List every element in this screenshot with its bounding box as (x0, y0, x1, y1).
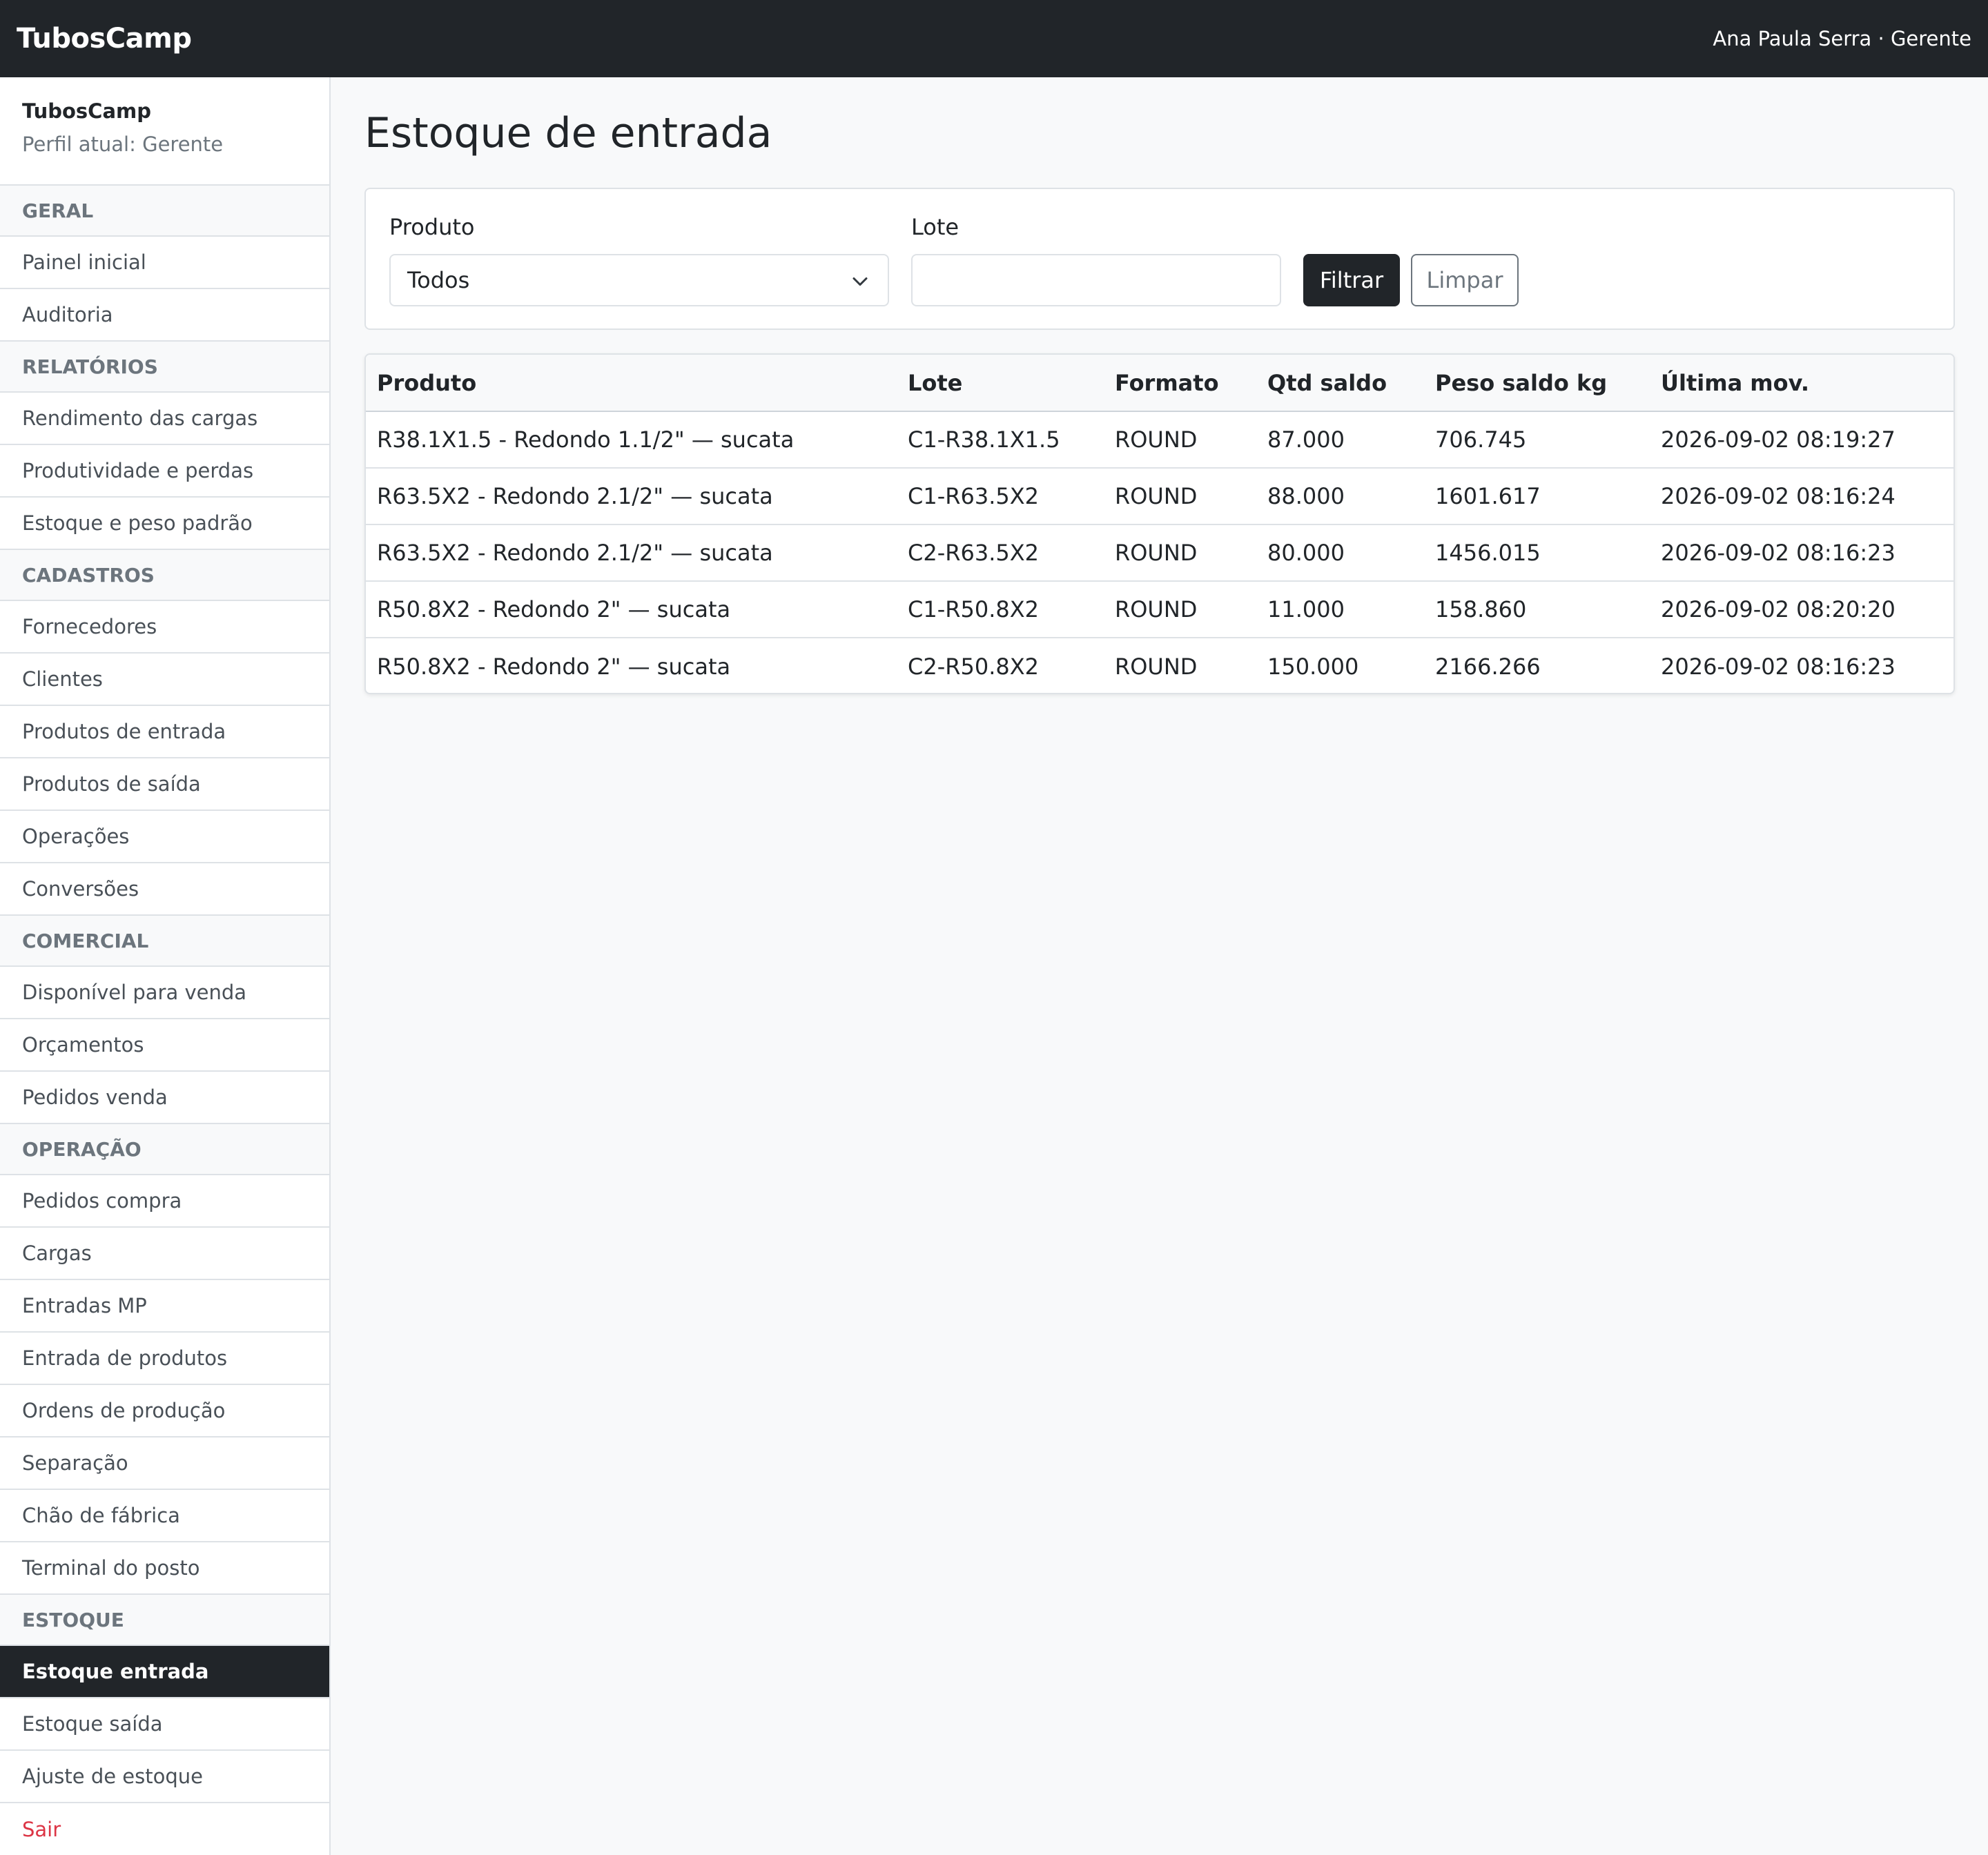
column-header: Lote (897, 355, 1104, 412)
sidebar-item[interactable]: Pedidos compra (0, 1175, 329, 1228)
sidebar-item[interactable]: Estoque entrada (0, 1646, 329, 1698)
table-cell: 1456.015 (1424, 524, 1650, 582)
sidebar-item[interactable]: Cargas (0, 1228, 329, 1280)
table-cell: C1-R38.1X1.5 (897, 411, 1104, 469)
page-title: Estoque de entrada (364, 109, 772, 157)
table-cell: ROUND (1104, 581, 1256, 638)
sidebar-section-title: OPERAÇÃO (0, 1124, 329, 1175)
table-cell: ROUND (1104, 468, 1256, 525)
sidebar-item[interactable]: Orçamentos (0, 1019, 329, 1072)
sidebar-company: TubosCamp (22, 99, 152, 123)
brand-logo[interactable]: TubosCamp (17, 23, 192, 55)
sidebar-item[interactable]: Operações (0, 811, 329, 863)
column-header: Última mov. (1650, 355, 1953, 412)
sidebar-section-title: GERAL (0, 186, 329, 237)
table-row: R50.8X2 - Redondo 2" — sucata C2-R50.8X2 R… (366, 638, 1953, 693)
table-cell: ROUND (1104, 524, 1256, 582)
sidebar-item[interactable]: Rendimento das cargas (0, 393, 329, 445)
sidebar-section-title: RELATÓRIOS (0, 342, 329, 393)
table-cell: R63.5X2 - Redondo 2.1/2" — sucata (366, 524, 897, 582)
sidebar-section-title: CADASTROS (0, 550, 329, 601)
table-row: R63.5X2 - Redondo 2.1/2" — sucata C2-R63.… (366, 524, 1953, 582)
sidebar-item[interactable]: Entrada de produtos (0, 1333, 329, 1385)
sidebar-item[interactable]: Estoque saída (0, 1698, 329, 1751)
sidebar-item[interactable]: Produtos de entrada (0, 706, 329, 758)
top-navbar: TubosCamp Ana Paula Serra · Gerente (0, 0, 1988, 77)
sidebar-item[interactable]: Chão de fábrica (0, 1490, 329, 1542)
sidebar-item[interactable]: Ordens de produção (0, 1385, 329, 1437)
table-cell: 150.000 (1267, 653, 1359, 680)
product-select-value: Todos (407, 267, 470, 293)
table-cell: 88.000 (1256, 468, 1424, 525)
sidebar-item[interactable]: Auditoria (0, 289, 329, 342)
table-row: R38.1X1.5 - Redondo 1.1/2" — sucata C1-R3… (366, 411, 1953, 469)
sidebar-profile: Perfil atual: Gerente (22, 132, 224, 156)
sidebar-item[interactable]: Terminal do posto (0, 1542, 329, 1595)
table-cell: R50.8X2 - Redondo 2" — sucata (377, 653, 731, 680)
table-cell: R63.5X2 - Redondo 2.1/2" — sucata (366, 468, 897, 525)
table-cell: C2-R63.5X2 (897, 524, 1104, 582)
sidebar-item[interactable]: Produtos de saída (0, 758, 329, 811)
sidebar-section-title: COMERCIAL (0, 916, 329, 967)
current-user: Ana Paula Serra · Gerente (1713, 27, 1971, 50)
table-body: R38.1X1.5 - Redondo 1.1/2" — sucata C1-R3… (366, 411, 1953, 693)
table-cell: C2-R50.8X2 (908, 653, 1040, 680)
table-cell: 2026-09-02 08:16:23 (1661, 653, 1896, 680)
sidebar-item[interactable]: Disponível para venda (0, 967, 329, 1019)
table-cell: C1-R63.5X2 (897, 468, 1104, 525)
sidebar-item[interactable]: Estoque e peso padrão (0, 498, 329, 550)
main-content: Estoque de entrada Produto Todos Lote Fi… (364, 77, 1955, 694)
table-row: R63.5X2 - Redondo 2.1/2" — sucata C1-R63.… (366, 468, 1953, 525)
sidebar-item[interactable]: Produtividade e perdas (0, 445, 329, 498)
sidebar-item[interactable]: Entradas MP (0, 1280, 329, 1333)
table-cell: 706.745 (1424, 411, 1650, 469)
product-filter-label: Produto (389, 214, 475, 240)
table-cell: 11.000 (1256, 581, 1424, 638)
table-cell: ROUND (1104, 411, 1256, 469)
product-select[interactable]: Todos (389, 254, 889, 306)
lot-input[interactable] (911, 254, 1281, 306)
column-header: Produto (366, 355, 897, 412)
lot-filter-label: Lote (911, 214, 959, 240)
table-cell: 87.000 (1256, 411, 1424, 469)
sidebar-item[interactable]: Separação (0, 1437, 329, 1490)
column-header: Qtd saldo (1256, 355, 1424, 412)
table-cell: C1-R50.8X2 (897, 581, 1104, 638)
table-cell: 2026-09-02 08:16:23 (1650, 524, 1953, 582)
stock-table: Produto Lote Formato Qtd saldo Peso saldo kg… (366, 355, 1953, 693)
table-cell: 80.000 (1256, 524, 1424, 582)
sidebar-item[interactable]: Fornecedores (0, 601, 329, 654)
table-cell: 158.860 (1424, 581, 1650, 638)
sidebar-item[interactable]: Ajuste de estoque (0, 1751, 329, 1803)
table-cell: 2026-09-02 08:19:27 (1650, 411, 1953, 469)
sidebar: TubosCamp Perfil atual: Gerente GERAL Pai… (0, 77, 331, 1855)
sidebar-item[interactable]: Painel inicial (0, 237, 329, 289)
logout-link[interactable]: Sair (0, 1803, 329, 1855)
column-header: Peso saldo kg (1424, 355, 1650, 412)
sidebar-item[interactable]: Pedidos venda (0, 1072, 329, 1124)
filter-form: Produto Todos Lote Filtrar Limpar (364, 188, 1955, 330)
clear-button[interactable]: Limpar (1411, 254, 1519, 306)
table-row: R50.8X2 - Redondo 2" — sucata C1-R50.8X2 R… (366, 581, 1953, 638)
sidebar-section-title: ESTOQUE (0, 1595, 329, 1646)
table-header-row: Produto Lote Formato Qtd saldo Peso saldo kg… (366, 355, 1953, 412)
table-cell: 1601.617 (1424, 468, 1650, 525)
table-cell: 2166.266 (1435, 653, 1541, 680)
table-cell: R50.8X2 - Redondo 2" — sucata (366, 581, 897, 638)
table-cell: R38.1X1.5 - Redondo 1.1/2" — sucata (366, 411, 897, 469)
column-header: Formato (1104, 355, 1256, 412)
table-cell: ROUND (1115, 653, 1198, 680)
sidebar-item[interactable]: Clientes (0, 654, 329, 706)
filter-button[interactable]: Filtrar (1303, 254, 1400, 306)
sidebar-header: TubosCamp Perfil atual: Gerente (0, 77, 329, 186)
chevron-down-icon (852, 277, 868, 286)
stock-table-card: Produto Lote Formato Qtd saldo Peso saldo kg… (364, 353, 1955, 694)
table-cell: 2026-09-02 08:16:24 (1650, 468, 1953, 525)
table-cell: 2026-09-02 08:20:20 (1650, 581, 1953, 638)
sidebar-item[interactable]: Conversões (0, 863, 329, 916)
sidebar-menu: GERAL Painel inicial Auditoria RELATÓRIOS Re… (0, 186, 329, 1855)
